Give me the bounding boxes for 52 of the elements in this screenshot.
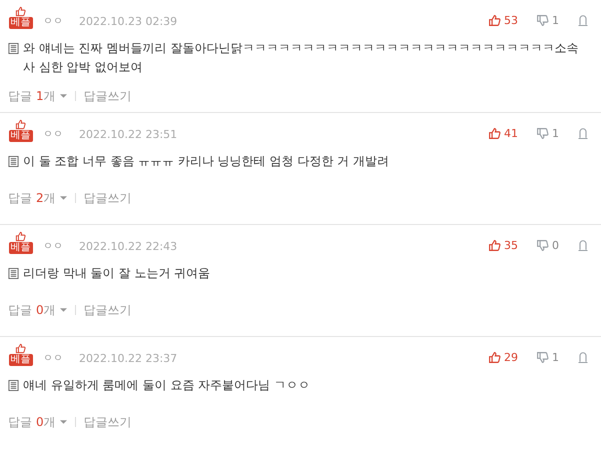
comment-text: 리더랑 막내 둘이 잘 노는거 귀여움 <box>23 265 210 282</box>
reply-toggle[interactable]: 답글 2개 <box>8 189 67 207</box>
like-count: 41 <box>504 126 518 142</box>
best-badge: 베플 <box>8 242 32 254</box>
thumbs-down-icon[interactable] <box>536 239 549 252</box>
best-thumb-icon <box>15 6 26 17</box>
comment-text: 이 둘 조합 너무 좋음 ㅠㅠㅠ 카리나 닝닝한테 엄청 다정한 거 개발려 <box>23 153 389 170</box>
comment-text: 와 얘네는 진짜 멤버들끼리 잘돌아다닌닭ㅋㅋㅋㅋㅋㅋㅋㅋㅋㅋㅋㅋㅋㅋㅋㅋㅋㅋㅋㅋㅋㅋㅋㅋㅋㅋ소속사 심한 압박 없어보여 <box>23 40 580 76</box>
write-reply-link[interactable]: 답글쓰기 <box>84 189 132 207</box>
caret-icon <box>60 94 67 98</box>
write-reply-link[interactable]: 답글쓰기 <box>84 87 132 105</box>
best-thumb-icon <box>15 119 26 130</box>
reply-toggle[interactable]: 답글 0개 <box>8 413 67 431</box>
dislike-count: 0 <box>552 238 559 254</box>
write-reply-link[interactable]: 답글쓰기 <box>84 413 132 431</box>
like-count: 29 <box>504 350 518 366</box>
memo-icon <box>8 43 19 54</box>
like-count: 53 <box>504 12 518 28</box>
best-badge: 베플 <box>8 354 32 366</box>
caret-icon <box>60 308 67 312</box>
memo-icon <box>8 380 19 391</box>
best-thumb-icon <box>15 231 26 242</box>
thumbs-down-icon[interactable] <box>536 14 549 28</box>
memo-icon <box>8 156 19 167</box>
thumbs-up-icon <box>488 239 501 252</box>
best-badge: 베플 <box>8 130 32 142</box>
nickname: ㅇㅇ <box>43 128 63 142</box>
thumbs-down-icon[interactable] <box>536 351 549 364</box>
memo-icon <box>8 268 19 279</box>
reply-toggle[interactable]: 답글 1개 <box>8 87 67 105</box>
reply-toggle[interactable]: 답글 0개 <box>8 301 67 319</box>
comment-date: 2022.10.22 23:51 <box>79 128 178 142</box>
nickname: ㅇㅇ <box>43 352 63 366</box>
thumbs-up-icon <box>488 351 501 364</box>
comment-date: 2022.10.23 02:39 <box>79 15 178 29</box>
dislike-count: 1 <box>552 126 559 142</box>
dislike-count: 1 <box>552 12 559 28</box>
comment-date: 2022.10.22 23:37 <box>79 352 178 366</box>
comment-date: 2022.10.22 22:43 <box>79 240 178 254</box>
best-badge: 베플 <box>8 17 32 29</box>
nickname: ㅇㅇ <box>43 15 63 29</box>
thumbs-up-icon <box>488 127 501 140</box>
nickname: ㅇㅇ <box>43 240 63 254</box>
thumbs-down-icon[interactable] <box>536 127 549 140</box>
like-count: 35 <box>504 238 518 254</box>
comment-text: 얘네 유일하게 룸메에 둘이 요즘 자주붙어다님 ㄱㅇㅇ <box>23 377 310 394</box>
write-reply-link[interactable]: 답글쓰기 <box>84 301 132 319</box>
dislike-count: 1 <box>552 350 559 366</box>
best-thumb-icon <box>15 343 26 354</box>
caret-icon <box>60 420 67 424</box>
caret-icon <box>60 196 67 200</box>
thumbs-up-icon <box>488 14 501 28</box>
